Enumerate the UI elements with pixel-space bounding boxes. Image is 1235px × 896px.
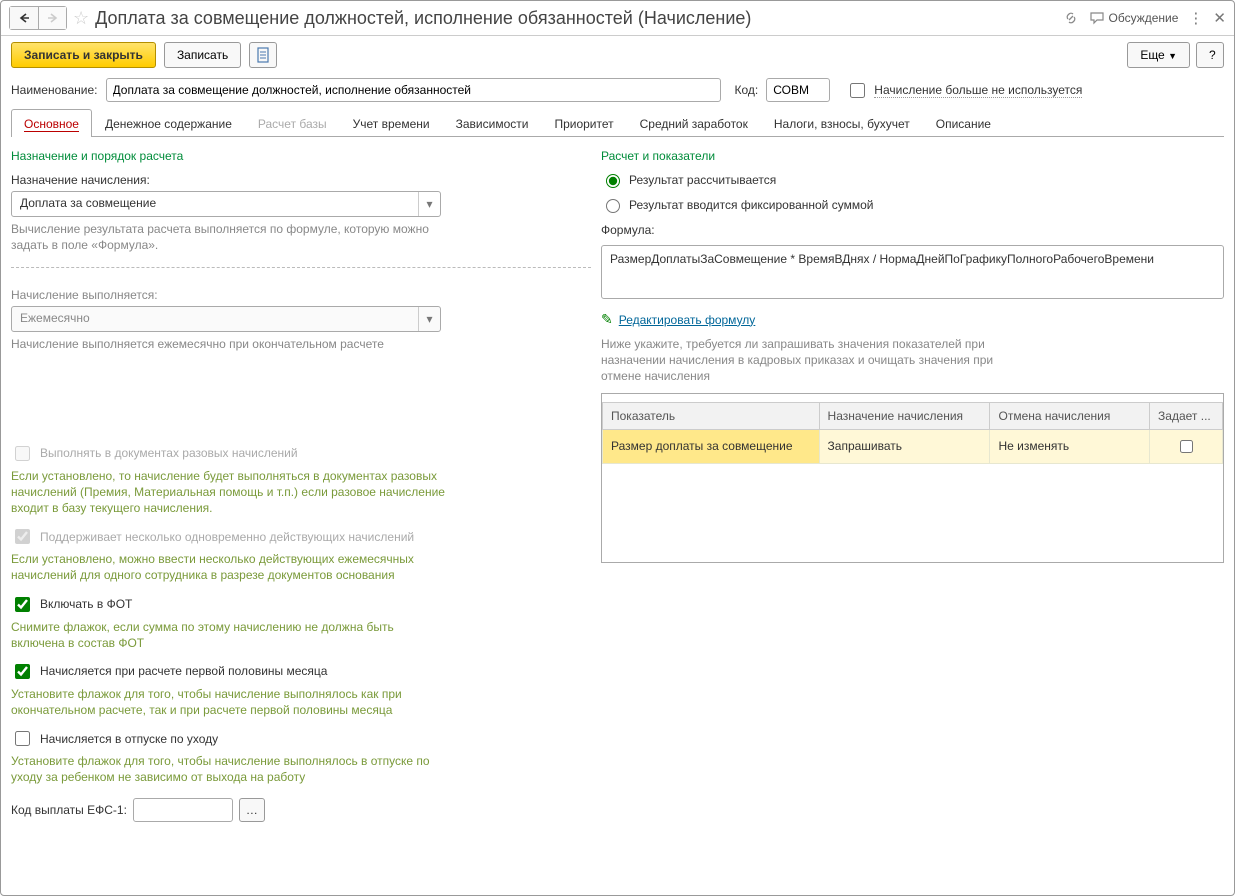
purpose-hint: Вычисление результата расчета выполняетс… [11,221,441,253]
performed-value: Ежемесячно [12,307,418,331]
col-indicator[interactable]: Показатель [603,402,820,429]
chk4-hint: Установите флажок для того, чтобы начисл… [11,686,451,718]
chevron-down-icon[interactable]: ▾ [418,192,440,216]
formula-label: Формула: [601,223,1224,237]
discussion-label: Обсуждение [1109,11,1179,25]
efs-input[interactable] [133,798,233,822]
radio-result-calculated[interactable] [606,174,620,188]
chk-first-half-label: Начисляется при расчете первой половины … [40,664,327,678]
code-input[interactable] [766,78,830,102]
link-icon[interactable] [1063,10,1079,26]
chk-single-docs-label: Выполнять в документах разовых начислени… [40,446,298,460]
section-purpose-title: Назначение и порядок расчета [11,149,591,163]
chk-parental-leave[interactable] [15,731,30,746]
chk5-hint: Установите флажок для того, чтобы начисл… [11,753,451,785]
name-input[interactable] [106,78,721,102]
efs-lookup-button[interactable]: … [239,798,265,822]
indicators-table-wrap: Показатель Назначение начисления Отмена … [601,393,1224,563]
efs-label: Код выплаты ЕФС-1: [11,803,127,817]
tab-avg[interactable]: Средний заработок [627,109,761,137]
chk-single-docs [15,446,30,461]
edit-formula-link[interactable]: Редактировать формулу [619,313,756,327]
obsolete-checkbox[interactable] [850,83,865,98]
chk-include-fot-label: Включать в ФОТ [40,597,132,611]
col-cancel[interactable]: Отмена начисления [990,402,1150,429]
tab-content: Назначение и порядок расчета Назначение … [1,137,1234,895]
header-row: Наименование: Код: Начисление больше не … [1,74,1234,106]
titlebar: ☆ Доплата за совмещение должностей, испо… [1,1,1234,36]
tab-taxes[interactable]: Налоги, взносы, бухучет [761,109,923,137]
chk-multi-accruals-label: Поддерживает несколько одновременно дейс… [40,530,414,544]
toolbar: Записать и закрыть Записать Еще ▼ ? [1,36,1234,74]
chk2-hint: Если установлено, можно ввести несколько… [11,551,431,583]
radio-result-fixed-label: Результат вводится фиксированной суммой [629,198,873,212]
right-column: Расчет и показатели Результат рассчитыва… [601,143,1224,885]
cell-cancel[interactable]: Не изменять [990,429,1150,463]
section-calc-title: Расчет и показатели [601,149,1224,163]
chk3-hint: Снимите флажок, если сумма по этому начи… [11,619,431,651]
pencil-icon: ✎ [601,311,613,328]
tab-priority[interactable]: Приоритет [541,109,626,137]
save-button[interactable]: Записать [164,42,241,68]
chevron-down-icon: ▾ [418,307,440,331]
formula-box[interactable]: РазмерДоплатыЗаСовмещение * ВремяВДнях /… [601,245,1224,299]
radio-result-fixed[interactable] [606,199,620,213]
table-hint: Ниже укажите, требуется ли запрашивать з… [601,336,1021,385]
radio-result-calculated-label: Результат рассчитывается [629,173,776,187]
help-button[interactable]: ? [1196,42,1224,68]
purpose-select[interactable]: Доплата за совмещение ▾ [11,191,441,217]
tab-deps[interactable]: Зависимости [443,109,542,137]
chk-include-fot[interactable] [15,597,30,612]
name-label: Наименование: [11,83,98,97]
nav-group [9,6,67,30]
tabs: Основное Денежное содержание Расчет базы… [11,108,1224,137]
report-icon-button[interactable] [249,42,277,68]
cell-assign[interactable]: Запрашивать [819,429,990,463]
tab-money[interactable]: Денежное содержание [92,109,245,137]
nav-forward-button[interactable] [38,7,66,29]
obsolete-label: Начисление больше не используется [874,83,1082,98]
performed-hint: Начисление выполняется ежемесячно при ок… [11,336,591,352]
code-label: Код: [735,83,759,97]
cell-sets-checkbox[interactable] [1180,440,1193,453]
more-button[interactable]: Еще ▼ [1127,42,1190,68]
left-column: Назначение и порядок расчета Назначение … [11,143,601,885]
performed-select: Ежемесячно ▾ [11,306,441,332]
table-row[interactable]: Размер доплаты за совмещение Запрашивать… [603,429,1223,463]
purpose-value: Доплата за совмещение [12,192,418,216]
nav-back-button[interactable] [10,7,38,29]
col-sets[interactable]: Задает ... [1150,402,1223,429]
cell-sets[interactable] [1150,429,1223,463]
cell-indicator[interactable]: Размер доплаты за совмещение [603,429,820,463]
performed-label: Начисление выполняется: [11,288,591,302]
chk1-hint: Если установлено, то начисление будет вы… [11,468,451,517]
formula-text: РазмерДоплатыЗаСовмещение * ВремяВДнях /… [610,252,1154,266]
tab-desc[interactable]: Описание [923,109,1004,137]
tab-time[interactable]: Учет времени [340,109,443,137]
close-icon[interactable]: ✕ [1213,9,1226,27]
tab-main[interactable]: Основное [11,109,92,137]
chk-first-half[interactable] [15,664,30,679]
kebab-menu-icon[interactable]: ⋮ [1188,9,1203,27]
chk-multi-accruals [15,529,30,544]
col-assign[interactable]: Назначение начисления [819,402,990,429]
discussion-icon[interactable]: Обсуждение [1089,11,1179,25]
favorite-star-icon[interactable]: ☆ [73,8,89,29]
tab-base[interactable]: Расчет базы [245,109,340,137]
chk-parental-leave-label: Начисляется в отпуске по уходу [40,732,218,746]
window-title: Доплата за совмещение должностей, исполн… [95,8,751,29]
indicators-table[interactable]: Показатель Назначение начисления Отмена … [602,402,1223,464]
save-close-button[interactable]: Записать и закрыть [11,42,156,68]
purpose-label: Назначение начисления: [11,173,591,187]
